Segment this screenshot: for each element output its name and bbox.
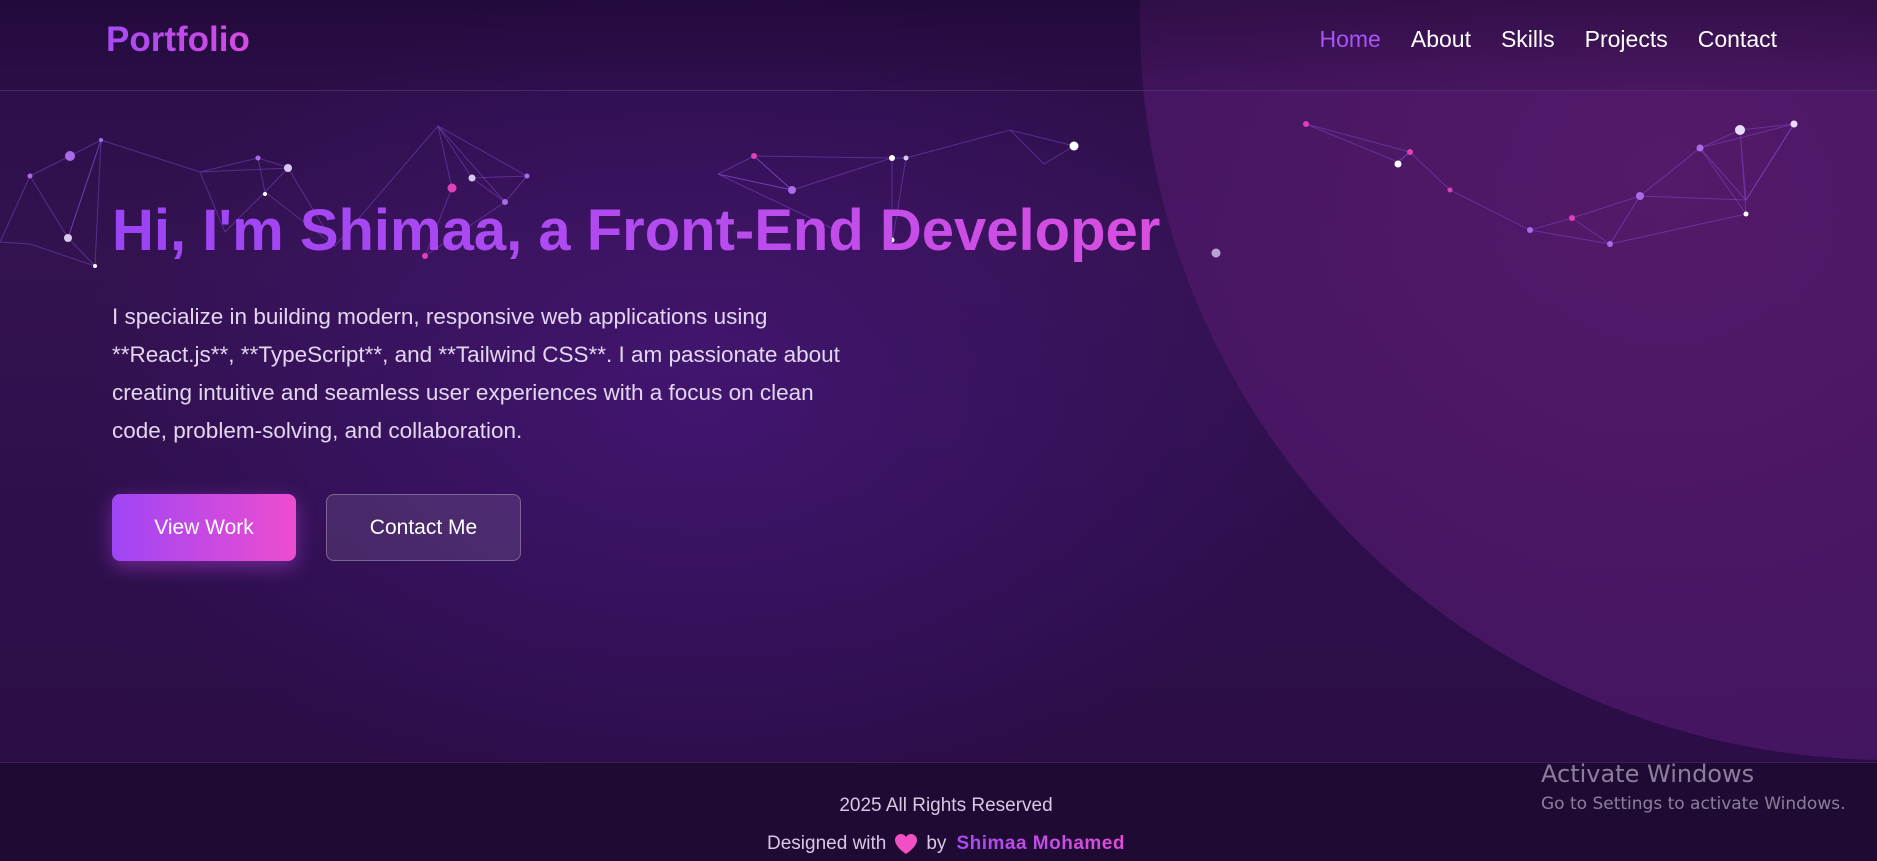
hero-actions: View Work Contact Me bbox=[112, 494, 1160, 561]
hero-section: Hi, I'm Shimaa, a Front-End Developer I … bbox=[112, 196, 1160, 561]
watermark-subtitle: Go to Settings to activate Windows. bbox=[1541, 794, 1846, 814]
site-header: Portfolio Home About Skills Projects Con… bbox=[0, 0, 1877, 91]
contact-me-button[interactable]: Contact Me bbox=[326, 494, 521, 561]
nav-link-contact[interactable]: Contact bbox=[1698, 26, 1777, 53]
hero-title: Hi, I'm Shimaa, a Front-End Developer bbox=[112, 196, 1160, 266]
windows-activation-watermark: Activate Windows Go to Settings to activ… bbox=[1541, 760, 1846, 814]
author-name[interactable]: Shimaa Mohamed bbox=[956, 833, 1125, 855]
heart-icon bbox=[895, 834, 918, 854]
nav-link-about[interactable]: About bbox=[1411, 26, 1471, 53]
hero-description: I specialize in building modern, respons… bbox=[112, 304, 840, 443]
watermark-title: Activate Windows bbox=[1541, 760, 1755, 788]
nav-link-projects[interactable]: Projects bbox=[1585, 26, 1668, 53]
view-work-button[interactable]: View Work bbox=[112, 494, 296, 561]
logo[interactable]: Portfolio bbox=[106, 20, 250, 60]
main-nav: Home About Skills Projects Contact bbox=[1290, 26, 1778, 53]
portfolio-page: Portfolio Home About Skills Projects Con… bbox=[0, 0, 1877, 861]
designed-prefix: Designed with bbox=[767, 833, 887, 854]
nav-link-skills[interactable]: Skills bbox=[1501, 26, 1555, 53]
nav-link-home[interactable]: Home bbox=[1320, 26, 1381, 53]
designed-by: by bbox=[926, 833, 947, 854]
designed-by-line: Designed with by Shimaa Mohamed bbox=[0, 833, 1877, 855]
